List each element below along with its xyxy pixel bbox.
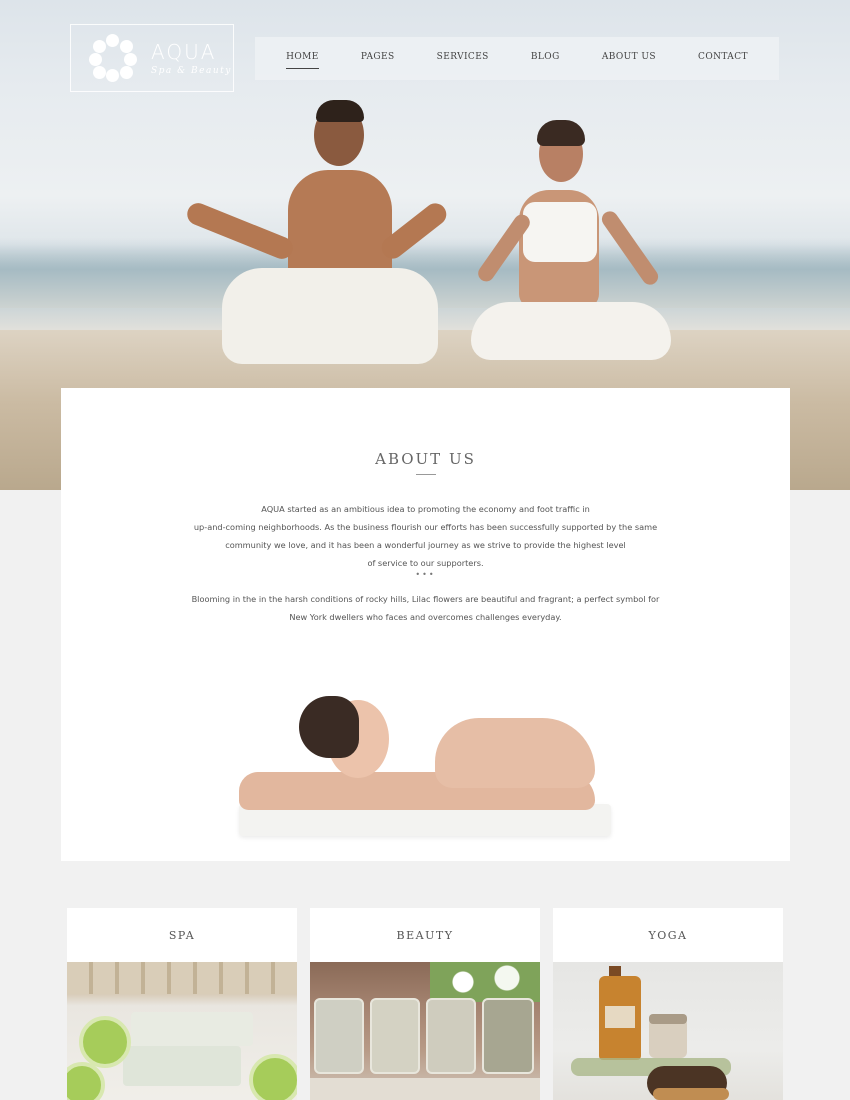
service-card-beauty[interactable]: BEAUTY [310, 908, 540, 1100]
yoga-oils-image [553, 962, 783, 1100]
nav-services[interactable]: SERVICES [437, 52, 489, 66]
about-p1-line: AQUA started as an ambitious idea to pro… [261, 504, 590, 514]
beauty-jars-image [310, 962, 540, 1100]
spa-soap-image [67, 962, 297, 1100]
about-paragraph-1: AQUA started as an ambitious idea to pro… [61, 500, 790, 572]
nav-blog[interactable]: BLOG [531, 52, 560, 66]
logo-name: AQUA [151, 40, 217, 64]
about-heading: ABOUT US [375, 450, 476, 468]
site-logo[interactable]: AQUA Spa & Beauty [70, 24, 234, 92]
hero-woman-figure [455, 120, 680, 365]
service-card-spa[interactable]: SPA [67, 908, 297, 1100]
about-p1-line: up-and-coming neighborhoods. As the busi… [193, 522, 658, 532]
about-p1-line: community we love, and it has been a won… [225, 540, 626, 550]
lotus-logo-icon [89, 34, 137, 82]
card-title: YOGA [648, 928, 688, 942]
main-navigation: HOME PAGES SERVICES BLOG ABOUT US CONTAC… [255, 37, 779, 80]
service-card-yoga[interactable]: YOGA [553, 908, 783, 1100]
about-p2-line: Blooming in the in the harsh conditions … [191, 594, 660, 604]
nav-home[interactable]: HOME [286, 52, 319, 69]
about-paragraph-2: Blooming in the in the harsh conditions … [61, 590, 790, 626]
hero-man-figure [180, 100, 451, 370]
logo-tagline: Spa & Beauty [151, 66, 232, 76]
card-title: BEAUTY [396, 928, 454, 942]
nav-about-us[interactable]: ABOUT US [602, 52, 656, 66]
spa-woman-image [239, 688, 611, 838]
nav-contact[interactable]: CONTACT [698, 52, 748, 66]
dots-separator: ••• [415, 570, 436, 579]
nav-pages[interactable]: PAGES [361, 52, 395, 66]
about-section: ABOUT US AQUA started as an ambitious id… [61, 388, 790, 861]
about-p2-line: New York dwellers who faces and overcome… [289, 612, 562, 622]
heading-divider [416, 474, 436, 475]
card-title: SPA [168, 928, 196, 942]
